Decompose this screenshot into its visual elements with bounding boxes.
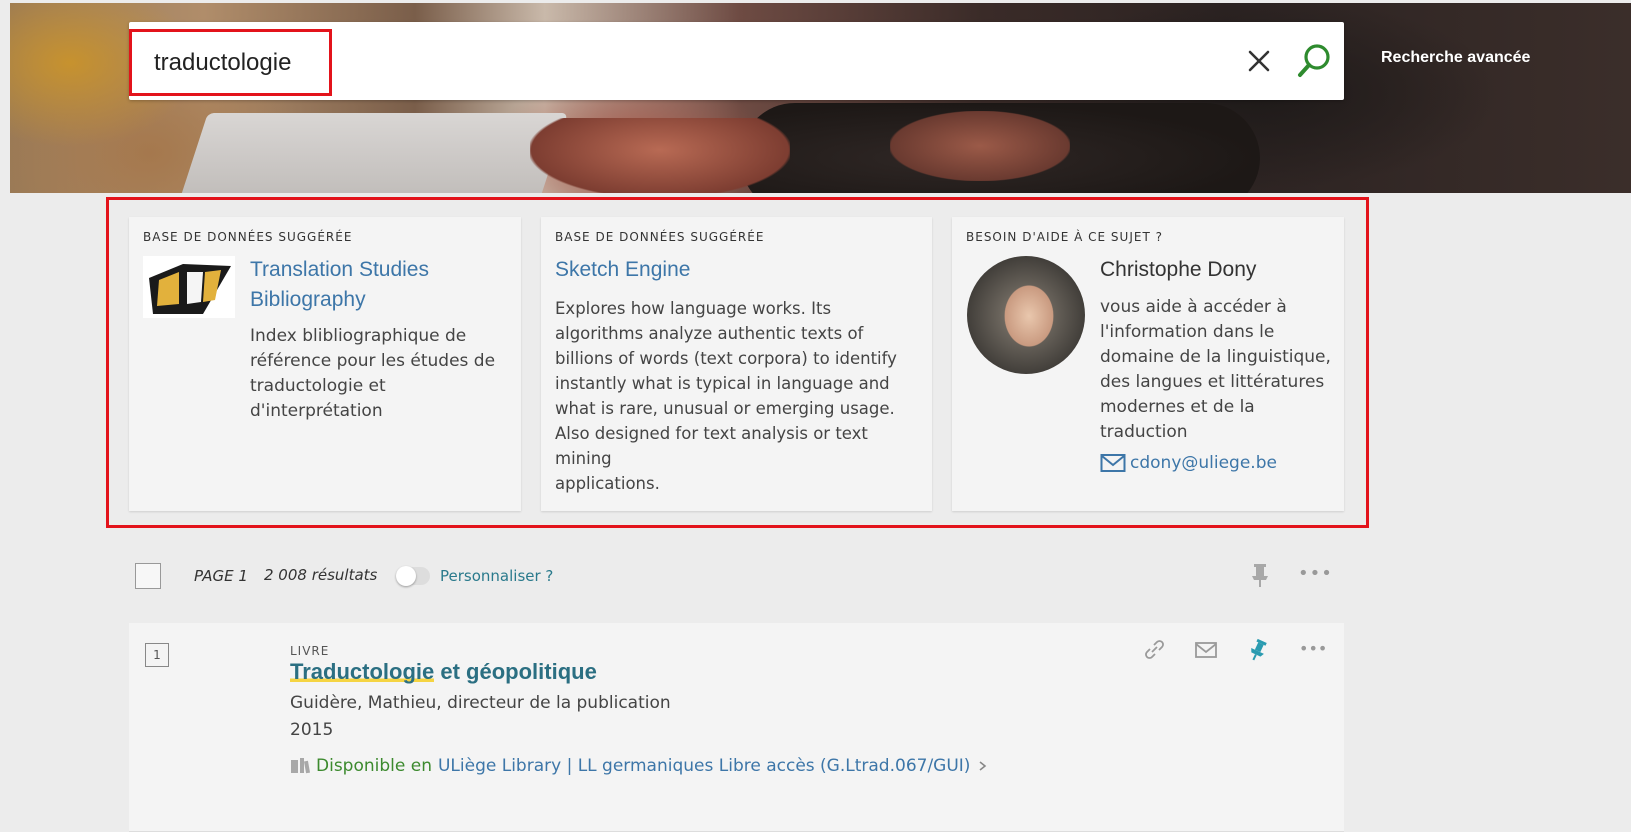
email-record-button[interactable] xyxy=(1193,637,1219,667)
more-icon: ••• xyxy=(1298,563,1333,584)
more-options-button[interactable]: ••• xyxy=(1298,563,1333,584)
pin-record-button[interactable] xyxy=(1247,637,1269,667)
desc-line: what is rare, unusual or emerging usage. xyxy=(555,399,895,418)
personalize-link[interactable]: Personnaliser ? xyxy=(440,567,553,585)
hero-hand-image xyxy=(530,118,790,193)
result-year: 2015 xyxy=(290,720,334,740)
chevron-right-icon xyxy=(979,761,987,771)
result-type: LIVRE xyxy=(290,644,330,658)
sketch-engine-link[interactable]: Sketch Engine xyxy=(555,255,925,285)
tsb-description: Index blibliographique de référence pour… xyxy=(250,324,495,424)
search-input[interactable]: traductologie xyxy=(129,29,332,96)
pin-icon xyxy=(1252,564,1268,587)
clear-search-button[interactable] xyxy=(1244,46,1274,76)
tsb-title-line2: Bibliography xyxy=(250,288,366,311)
librarian-avatar xyxy=(967,256,1085,374)
librarian-email: cdony@uliege.be xyxy=(1130,453,1277,473)
desc-line: des langues et littératures xyxy=(1100,372,1325,392)
pin-all-button[interactable] xyxy=(1249,561,1271,589)
desc-line: algorithms analyze authentic texts of xyxy=(555,324,864,343)
librarian-email-link[interactable]: cdony@uliege.be xyxy=(1100,453,1335,473)
desc-line: l'information dans le xyxy=(1100,322,1275,342)
results-toolbar: PAGE 1 2 008 résultats Personnaliser ? •… xyxy=(130,555,1344,597)
desc-line: traduction xyxy=(1100,422,1188,442)
more-icon: ••• xyxy=(1299,639,1328,658)
suggested-database-card-tsb: BASE DE DONNÉES SUGGÉRÉE Translation Stu… xyxy=(129,217,521,511)
desc-line: vous aide à accéder à xyxy=(1100,297,1287,317)
result-title-link[interactable]: Traductologie et géopolitique xyxy=(290,659,597,685)
search-icon xyxy=(1298,44,1330,77)
hero-laptop-image xyxy=(172,113,568,193)
result-title-highlight: Traductologie xyxy=(290,659,435,684)
results-count: 2 008 résultats xyxy=(264,566,378,584)
search-bar: traductologie xyxy=(129,22,1344,100)
tsb-database-link[interactable]: Translation Studies Bibliography xyxy=(250,255,495,315)
librarian-description: vous aide à accéder à l'information dans… xyxy=(1100,295,1335,445)
desc-line: référence pour les études de xyxy=(250,351,496,371)
personalize-toggle[interactable] xyxy=(396,566,430,586)
availability-status: Disponible en xyxy=(316,756,432,776)
page-label: PAGE 1 xyxy=(194,567,248,585)
desc-line: d'interprétation xyxy=(250,401,383,421)
link-icon xyxy=(1145,640,1164,659)
mail-icon xyxy=(1195,642,1217,658)
librarian-help-card: BESOIN D'AIDE À CE SUJET ? Christophe Do… xyxy=(952,217,1344,511)
availability-link[interactable]: Disponible en ULiège Library | LL german… xyxy=(290,756,990,776)
librarian-name: Christophe Dony xyxy=(1100,258,1257,281)
desc-line: instantly what is typical in language an… xyxy=(555,374,890,393)
desc-line: modernes et de la xyxy=(1100,397,1255,417)
tsb-title-line1: Translation Studies xyxy=(250,258,429,281)
record-more-button[interactable]: ••• xyxy=(1299,639,1327,658)
pin-icon xyxy=(1251,638,1267,661)
suggested-database-card-sketch-engine: BASE DE DONNÉES SUGGÉRÉE Sketch Engine E… xyxy=(541,217,932,511)
close-icon xyxy=(1248,50,1270,72)
search-button[interactable] xyxy=(1295,42,1333,80)
result-author: Guidère, Mathieu, directeur de la public… xyxy=(290,693,671,713)
result-index: 1 xyxy=(145,643,169,667)
tsb-logo-icon xyxy=(143,256,235,318)
desc-line: Index blibliographique de xyxy=(250,326,467,346)
mail-icon xyxy=(1100,454,1126,472)
card-kicker: BASE DE DONNÉES SUGGÉRÉE xyxy=(555,230,765,244)
hero-hand-image-2 xyxy=(890,111,1070,181)
permalink-button[interactable] xyxy=(1141,637,1167,667)
result-item[interactable]: 1 LIVRE Traductologie et géopolitique Gu… xyxy=(129,623,1344,832)
result-actions: ••• xyxy=(1141,637,1331,667)
advanced-search-link[interactable]: Recherche avancée xyxy=(1381,49,1530,67)
desc-line: traductologie et xyxy=(250,376,386,396)
sketch-engine-description: Explores how language works. Its algorit… xyxy=(555,296,925,496)
book-icon xyxy=(291,758,310,774)
desc-line: Explores how language works. Its xyxy=(555,299,832,318)
select-all-checkbox[interactable] xyxy=(135,563,161,589)
desc-line: billions of words (text corpora) to iden… xyxy=(555,349,897,368)
search-query-text: traductologie xyxy=(154,48,292,76)
availability-location: ULiège Library | LL germaniques Libre ac… xyxy=(437,756,971,776)
desc-line: Also designed for text analysis or text … xyxy=(555,424,868,468)
desc-line: applications. xyxy=(555,474,660,493)
result-title-rest: et géopolitique xyxy=(434,659,597,684)
card-kicker: BASE DE DONNÉES SUGGÉRÉE xyxy=(143,230,353,244)
desc-line: domaine de la linguistique, xyxy=(1100,347,1331,367)
card-kicker: BESOIN D'AIDE À CE SUJET ? xyxy=(966,230,1163,244)
